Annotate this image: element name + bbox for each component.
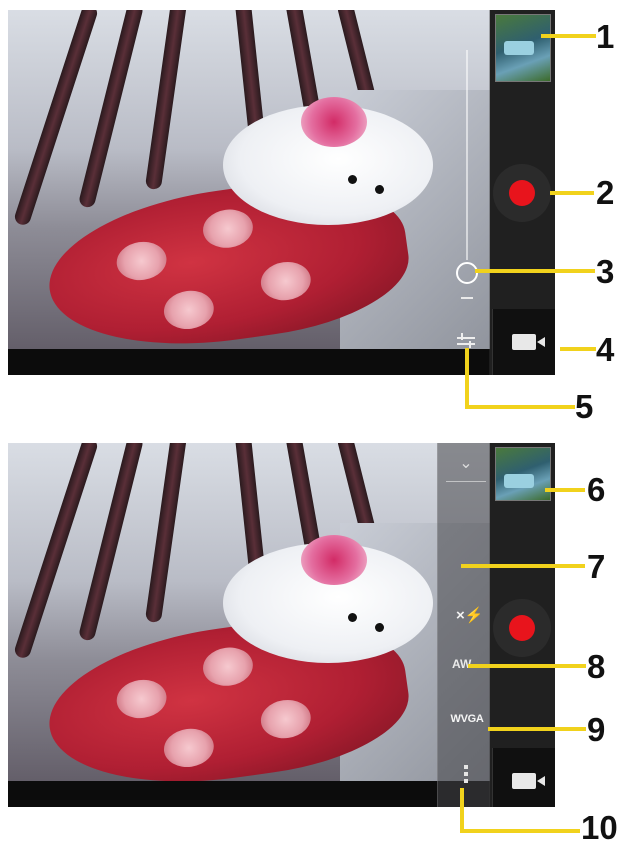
- pillow-flower: [200, 644, 256, 689]
- pillow-flower: [114, 238, 170, 284]
- bottom-bar: [8, 349, 490, 375]
- bottom-bar: [8, 781, 490, 807]
- callout-line-9: [488, 727, 586, 731]
- record-dot-icon: [509, 615, 535, 641]
- chair-back: [144, 443, 188, 624]
- record-dot-icon: [509, 180, 535, 206]
- video-mode-button[interactable]: [492, 309, 555, 375]
- flash-off-label: ×: [456, 607, 465, 624]
- more-options-icon[interactable]: [464, 765, 470, 786]
- callout-line-5-horizontal: [465, 405, 575, 409]
- pillow-flower: [114, 676, 170, 722]
- zoom-minus-icon: [461, 297, 473, 299]
- chevron-down-icon[interactable]: ⌄: [446, 453, 486, 482]
- record-button[interactable]: [493, 164, 551, 222]
- callout-number-8: 8: [587, 648, 606, 685]
- callout-line-5-vertical: [465, 348, 469, 408]
- video-camera-icon: [512, 334, 545, 350]
- video-camera-icon: [512, 773, 545, 789]
- callout-line-3: [475, 269, 595, 273]
- dog-bow: [301, 97, 367, 147]
- callout-line-4: [560, 347, 596, 351]
- callout-number-10: 10: [581, 809, 618, 846]
- pillow-flower: [200, 206, 256, 251]
- gallery-thumbnail[interactable]: [495, 447, 551, 501]
- record-button[interactable]: [493, 599, 551, 657]
- dog-bow: [301, 535, 367, 585]
- callout-line-6: [545, 488, 585, 492]
- zoom-slider-track[interactable]: [466, 50, 468, 260]
- camera-screen-bottom: ⌄ ×⚡ AW WVGA: [8, 443, 555, 807]
- callout-number-2: 2: [596, 174, 615, 211]
- chair-back: [144, 10, 188, 191]
- settings-menu-panel: ⌄ ×⚡ AW WVGA: [437, 443, 490, 807]
- callout-number-3: 3: [596, 253, 615, 290]
- resolution-setting[interactable]: WVGA: [440, 713, 490, 725]
- callout-number-6: 6: [587, 471, 606, 508]
- callout-number-9: 9: [587, 711, 606, 748]
- dog-eye: [348, 613, 357, 622]
- camera-screen-top: [8, 10, 555, 375]
- callout-number-4: 4: [596, 331, 615, 368]
- dog-eye: [348, 175, 357, 184]
- callout-number-7: 7: [587, 548, 606, 585]
- callout-number-5: 5: [575, 388, 594, 425]
- pillow-flower: [258, 696, 314, 742]
- callout-line-2: [550, 191, 594, 195]
- dog-nose: [375, 185, 384, 194]
- viewfinder[interactable]: ⌄ ×⚡ AW WVGA: [8, 443, 490, 807]
- pillow-flower: [161, 287, 217, 333]
- video-mode-button[interactable]: [492, 748, 555, 807]
- zoom-slider-knob[interactable]: [456, 262, 478, 284]
- pillow-flower: [258, 258, 314, 304]
- flash-off-icon[interactable]: ×⚡: [456, 605, 483, 627]
- callout-line-10-horizontal: [460, 829, 580, 833]
- callout-line-1: [541, 34, 596, 38]
- dog: [223, 535, 433, 663]
- callout-line-10-vertical: [460, 788, 464, 832]
- dog: [223, 97, 433, 225]
- callout-line-7: [461, 564, 585, 568]
- callout-number-1: 1: [596, 18, 615, 55]
- callout-line-8: [468, 664, 586, 668]
- gallery-thumbnail[interactable]: [495, 14, 551, 82]
- viewfinder[interactable]: [8, 10, 490, 375]
- dog-nose: [375, 623, 384, 632]
- pillow-flower: [161, 725, 217, 771]
